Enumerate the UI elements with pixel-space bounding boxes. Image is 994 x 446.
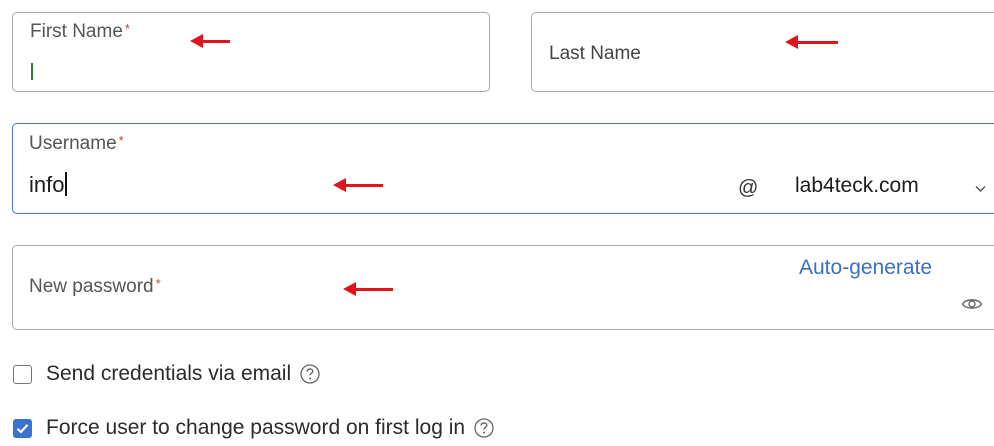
help-icon[interactable] [473,417,495,439]
first-name-label: First Name * [30,21,130,43]
force-change-checkbox[interactable] [13,418,32,438]
send-credentials-checkbox[interactable] [13,364,32,384]
send-credentials-label[interactable]: Send credentials via email [46,362,291,386]
text-cursor [31,63,33,80]
username-label: Username * [29,133,124,155]
create-user-form: First Name * Last Name Username * info @ l… [0,0,994,446]
first-name-field[interactable]: First Name * [12,12,490,92]
username-label-text: Username [29,133,117,154]
eye-icon[interactable] [961,297,983,316]
force-change-label[interactable]: Force user to change password on first l… [46,416,465,440]
required-asterisk: * [155,276,161,291]
force-change-option[interactable]: Force user to change password on first l… [13,416,495,440]
new-password-label-text: New password [29,276,154,297]
domain-select[interactable]: lab4teck.com [795,174,919,198]
required-asterisk: * [118,133,124,148]
send-credentials-option[interactable]: Send credentials via email [13,362,321,386]
last-name-field[interactable]: Last Name [531,12,994,92]
annotation-arrow-icon [333,176,383,196]
help-icon[interactable] [299,363,321,385]
auto-generate-link[interactable]: Auto-generate [799,256,932,280]
annotation-arrow-icon [785,33,838,53]
chevron-down-icon[interactable] [975,180,986,196]
last-name-label: Last Name [549,43,641,64]
first-name-label-text: First Name [30,21,123,42]
annotation-arrow-icon [343,280,393,300]
annotation-arrow-icon [190,32,230,52]
new-password-label: New password * [29,276,161,298]
at-symbol: @ [738,177,759,199]
new-password-field[interactable]: New password * Auto-generate [12,245,994,330]
username-value: info [29,172,67,198]
required-asterisk: * [124,21,130,36]
username-field[interactable]: Username * info @ lab4teck.com [12,123,994,214]
username-value-text: info [29,172,65,197]
text-cursor [65,172,67,196]
